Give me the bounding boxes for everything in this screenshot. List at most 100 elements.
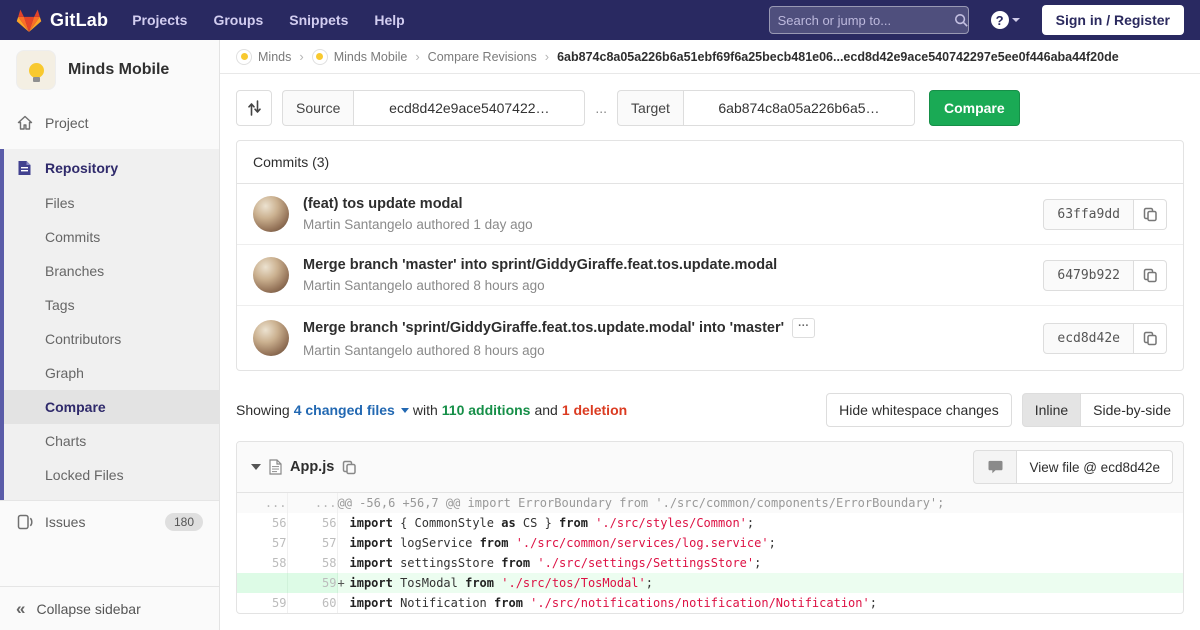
commit-sha[interactable]: ecd8d42e bbox=[1043, 323, 1134, 354]
new-line-number[interactable]: ... bbox=[287, 493, 337, 513]
diff-line-sign bbox=[338, 556, 350, 570]
diff-line-content: import { CommonStyle as CS } from './src… bbox=[337, 513, 1183, 533]
copy-sha-button[interactable] bbox=[1134, 199, 1167, 230]
global-search[interactable] bbox=[769, 6, 969, 34]
diff-view-actions: Hide whitespace changes Inline Side-by-s… bbox=[826, 393, 1184, 427]
commit-info: Merge branch 'sprint/GiddyGiraffe.feat.t… bbox=[303, 318, 1043, 358]
old-line-number[interactable] bbox=[237, 573, 287, 593]
commit-row: (feat) tos update modalMartin Santangelo… bbox=[237, 184, 1183, 245]
sidebar-item-project[interactable]: Project bbox=[0, 102, 219, 143]
sidebar-item-locked-files[interactable]: Locked Files bbox=[4, 458, 219, 492]
sidebar-item-files[interactable]: Files bbox=[4, 186, 219, 220]
copy-sha-button[interactable] bbox=[1134, 260, 1167, 291]
copy-file-path-icon[interactable] bbox=[342, 460, 356, 475]
breadcrumb-separator-icon: › bbox=[299, 49, 303, 64]
gitlab-tanuki-icon bbox=[16, 8, 42, 33]
sidebar-item-repository[interactable]: Repository bbox=[4, 149, 219, 186]
sidebar-item-graph[interactable]: Graph bbox=[4, 356, 219, 390]
old-line-number[interactable]: 59 bbox=[237, 593, 287, 613]
new-line-number[interactable]: 60 bbox=[287, 593, 337, 613]
old-line-number[interactable]: 58 bbox=[237, 553, 287, 573]
lightbulb-icon bbox=[316, 53, 323, 60]
diff-file-name[interactable]: App.js bbox=[290, 459, 334, 475]
sidebar-item-label: Repository bbox=[45, 160, 118, 176]
code-token: './src/settings/SettingsStore' bbox=[537, 556, 754, 570]
nav-link-snippets[interactable]: Snippets bbox=[289, 12, 348, 28]
project-sidebar: Minds Mobile Project Repository FilesCom… bbox=[0, 40, 220, 630]
sidebar-item-commits[interactable]: Commits bbox=[4, 220, 219, 254]
gitlab-brand[interactable]: GitLab bbox=[16, 8, 108, 33]
new-line-number[interactable]: 56 bbox=[287, 513, 337, 533]
breadcrumb-separator-icon: › bbox=[415, 49, 419, 64]
inline-view-button[interactable]: Inline bbox=[1022, 393, 1081, 427]
document-icon bbox=[16, 159, 33, 176]
commit-title-link[interactable]: Merge branch 'master' into sprint/GiddyG… bbox=[303, 257, 777, 273]
commit-sha[interactable]: 6479b922 bbox=[1043, 260, 1134, 291]
commit-title-link[interactable]: (feat) tos update modal bbox=[303, 196, 463, 212]
diff-line-sign: + bbox=[338, 576, 350, 590]
diff-line: 59+import TosModal from './src/tos/TosMo… bbox=[237, 573, 1183, 593]
swap-revisions-button[interactable] bbox=[236, 90, 272, 126]
main-nav: Projects Groups Snippets Help bbox=[132, 12, 760, 28]
new-line-number[interactable]: 59 bbox=[287, 573, 337, 593]
source-label: Source bbox=[282, 90, 353, 126]
code-token: as bbox=[501, 516, 515, 530]
commits-header: Commits (3) bbox=[237, 141, 1183, 184]
hide-whitespace-button[interactable]: Hide whitespace changes bbox=[826, 393, 1012, 427]
commit-description-expander[interactable]: ··· bbox=[792, 318, 815, 338]
caret-down-icon bbox=[401, 408, 409, 413]
collapse-icon: « bbox=[16, 600, 25, 617]
code-token bbox=[508, 536, 515, 550]
new-line-number[interactable]: 57 bbox=[287, 533, 337, 553]
code-token: logService bbox=[393, 536, 480, 550]
toggle-comments-button[interactable] bbox=[973, 450, 1017, 484]
nav-link-help[interactable]: Help bbox=[374, 12, 404, 28]
old-line-number[interactable]: ... bbox=[237, 493, 287, 513]
nav-link-projects[interactable]: Projects bbox=[132, 12, 187, 28]
code-token: import bbox=[350, 596, 393, 610]
sign-in-register-button[interactable]: Sign in / Register bbox=[1042, 5, 1184, 35]
user-avatar[interactable] bbox=[253, 257, 289, 293]
commit-list: (feat) tos update modalMartin Santangelo… bbox=[237, 184, 1183, 370]
view-file-button[interactable]: View file @ ecd8d42e bbox=[1017, 450, 1173, 484]
user-avatar[interactable] bbox=[253, 196, 289, 232]
changed-files-dropdown[interactable]: 4 changed files bbox=[294, 402, 395, 418]
code-token: import bbox=[350, 536, 393, 550]
project-header[interactable]: Minds Mobile bbox=[0, 40, 219, 102]
side-by-side-view-button[interactable]: Side-by-side bbox=[1081, 393, 1184, 427]
diff-line-content: import Notification from './src/notifica… bbox=[337, 593, 1183, 613]
sidebar-item-branches[interactable]: Branches bbox=[4, 254, 219, 288]
breadcrumb-item-minds-mobile[interactable]: Minds Mobile bbox=[312, 49, 408, 65]
user-avatar[interactable] bbox=[253, 320, 289, 356]
collapse-sidebar-button[interactable]: « Collapse sidebar bbox=[0, 586, 219, 630]
breadcrumb-item-minds[interactable]: Minds bbox=[236, 49, 291, 65]
commit-sha-group: 63ffa9dd bbox=[1043, 199, 1167, 230]
sidebar-item-contributors[interactable]: Contributors bbox=[4, 322, 219, 356]
code-token: ; bbox=[870, 596, 877, 610]
collapse-diff-icon[interactable] bbox=[251, 464, 261, 470]
diff-summary-text: Showing 4 changed files with 110 additio… bbox=[236, 402, 627, 418]
diff-line-content: import logService from './src/common/ser… bbox=[337, 533, 1183, 553]
sidebar-item-charts[interactable]: Charts bbox=[4, 424, 219, 458]
sidebar-item-compare[interactable]: Compare bbox=[4, 390, 219, 424]
lightbulb-icon bbox=[29, 63, 44, 78]
nav-link-groups[interactable]: Groups bbox=[213, 12, 263, 28]
sidebar-item-issues[interactable]: Issues 180 bbox=[0, 500, 219, 543]
commit-title-link[interactable]: Merge branch 'sprint/GiddyGiraffe.feat.t… bbox=[303, 320, 784, 336]
source-revision-dropdown[interactable]: ecd8d42e9ace5407422… bbox=[353, 90, 585, 126]
commit-sha[interactable]: 63ffa9dd bbox=[1043, 199, 1134, 230]
target-revision-dropdown[interactable]: 6ab874c8a05a226b6a5… bbox=[683, 90, 915, 126]
help-menu[interactable]: ? bbox=[991, 11, 1020, 29]
file-icon bbox=[269, 459, 282, 475]
diff-summary-row: Showing 4 changed files with 110 additio… bbox=[236, 393, 1184, 427]
copy-sha-button[interactable] bbox=[1134, 323, 1167, 354]
sidebar-item-tags[interactable]: Tags bbox=[4, 288, 219, 322]
diff-line-sign bbox=[338, 536, 350, 550]
new-line-number[interactable]: 58 bbox=[287, 553, 337, 573]
compare-button[interactable]: Compare bbox=[929, 90, 1020, 126]
search-input[interactable] bbox=[778, 13, 954, 28]
breadcrumb-item-compare-revisions[interactable]: Compare Revisions bbox=[428, 50, 537, 64]
old-line-number[interactable]: 56 bbox=[237, 513, 287, 533]
old-line-number[interactable]: 57 bbox=[237, 533, 287, 553]
issues-icon bbox=[16, 514, 33, 531]
